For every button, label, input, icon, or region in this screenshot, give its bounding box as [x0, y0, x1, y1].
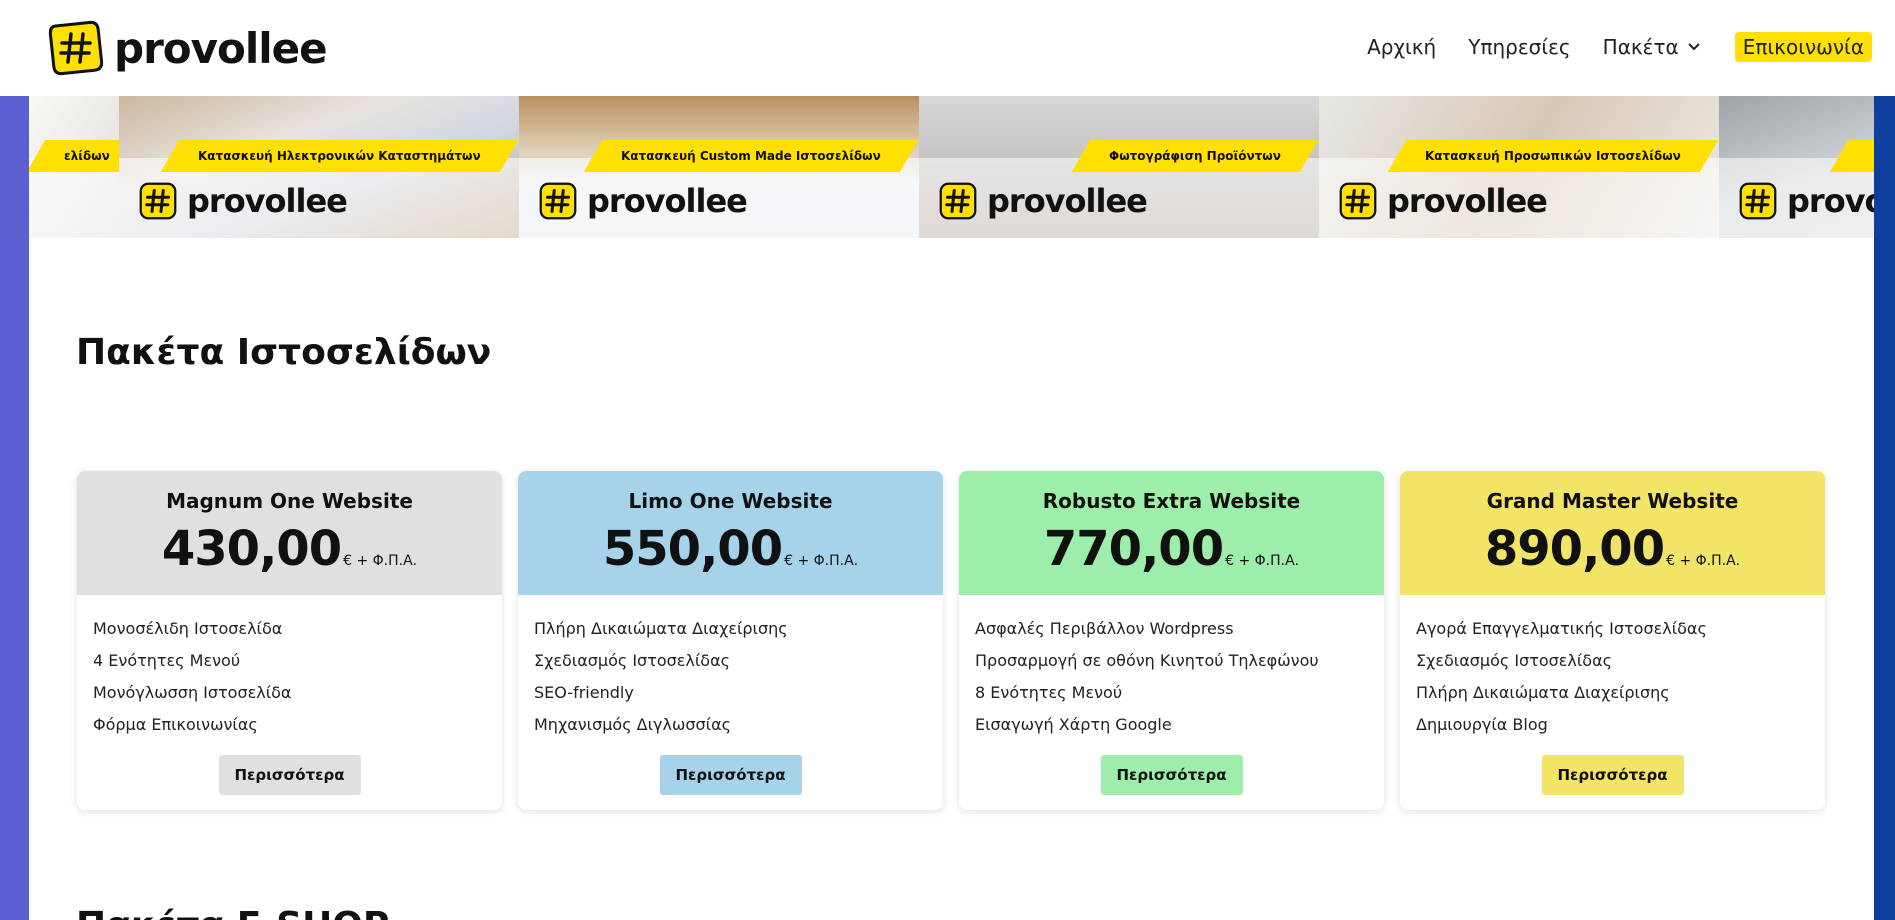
package-features: Αγορά Επαγγελματικής Ιστοσελίδας Σχεδιασ… — [1400, 595, 1825, 741]
banner-tile[interactable]: Κατασκευή Custom Made Ιστοσελίδων provol… — [519, 96, 919, 238]
more-button[interactable]: Περισσότερα — [659, 755, 802, 795]
nav-packages-label: Πακέτα — [1602, 35, 1679, 59]
package-card-header: Limo One Website 550,00 € + Φ.Π.Α. — [518, 471, 943, 595]
feature-item: SEO-friendly — [534, 683, 634, 702]
price-suffix: € + Φ.Π.Α. — [1666, 553, 1741, 569]
feature-item: Προσαρμογή σε οθόνη Κινητού Τηλεφώνου — [975, 651, 1319, 670]
price-suffix: € + Φ.Π.Α. — [343, 553, 418, 569]
feature-item: 8 Ενότητες Μενού — [975, 683, 1123, 702]
price-amount: 550,00 — [602, 521, 783, 577]
package-card: Grand Master Website 890,00 € + Φ.Π.Α. Α… — [1400, 471, 1825, 810]
banner-tile[interactable]: Φωτογράφιση Προϊόντων provollee — [919, 96, 1319, 238]
more-button[interactable]: Περισσότερα — [1100, 755, 1243, 795]
banner-caption: Κατασκευή Custom Made Ιστοσελίδων — [621, 149, 881, 163]
banner-tile[interactable]: provollee — [1719, 96, 1874, 238]
feature-item: Σχεδιασμός Ιστοσελίδας — [534, 651, 731, 670]
site-header: provollee Αρχική Υπηρεσίες Πακέτα Επικοι… — [0, 0, 1895, 96]
banner-logo-text: provollee — [987, 182, 1148, 220]
feature-item: Μονοσέλιδη Ιστοσελίδα — [93, 619, 283, 638]
banner-caption: Κατασκευή Προσωπικών Ιστοσελίδων — [1425, 149, 1681, 163]
feature-item: Αγορά Επαγγελματικής Ιστοσελίδας — [1416, 619, 1707, 638]
left-edge-bar — [0, 0, 29, 920]
banner-caption: Κατασκευή Ηλεκτρονικών Καταστημάτων — [198, 149, 481, 163]
price-suffix: € + Φ.Π.Α. — [784, 553, 859, 569]
package-card-header: Magnum One Website 430,00 € + Φ.Π.Α. — [77, 471, 502, 595]
package-price: 890,00 € + Φ.Π.Α. — [1400, 521, 1825, 577]
banner-logo: provollee — [1337, 180, 1548, 222]
hashtag-logo-icon — [539, 182, 577, 220]
banner-logo: provollee — [1737, 180, 1874, 222]
right-edge-bar — [1874, 0, 1895, 920]
banner-logo: provollee — [537, 180, 748, 222]
hashtag-logo-icon — [48, 20, 104, 76]
package-price: 430,00 € + Φ.Π.Α. — [77, 521, 502, 577]
hashtag-logo-icon — [1339, 182, 1377, 220]
section-title: Πακέτα Ιστοσελίδων — [76, 332, 492, 373]
package-features: Ασφαλές Περιβάλλον Wordpress Προσαρμογή … — [959, 595, 1384, 741]
package-card: Limo One Website 550,00 € + Φ.Π.Α. Πλήρη… — [518, 471, 943, 810]
hashtag-logo-icon — [139, 182, 177, 220]
nav-services[interactable]: Υπηρεσίες — [1468, 35, 1570, 59]
feature-item: Ασφαλές Περιβάλλον Wordpress — [975, 619, 1234, 638]
banner-caption: Φωτογράφιση Προϊόντων — [1109, 149, 1281, 163]
package-name: Grand Master Website — [1486, 489, 1739, 513]
chevron-down-icon — [1688, 43, 1700, 51]
banner-tile[interactable]: Κατασκευή Ηλεκτρονικών Καταστημάτων prov… — [119, 96, 519, 238]
price-amount: 430,00 — [161, 521, 342, 577]
services-banner-carousel: ελίδων Κατασκευή Ηλεκτρονικών Καταστημάτ… — [29, 96, 1874, 238]
price-amount: 770,00 — [1043, 521, 1224, 577]
package-card-header: Robusto Extra Website 770,00 € + Φ.Π.Α. — [959, 471, 1384, 595]
package-features: Μονοσέλιδη Ιστοσελίδα 4 Ενότητες Μενού Μ… — [77, 595, 502, 741]
banner-logo-text: provollee — [187, 182, 348, 220]
banner-logo: provollee — [937, 180, 1148, 222]
package-name: Robusto Extra Website — [1042, 489, 1301, 513]
logo-text: provollee — [114, 23, 328, 73]
package-card-header: Grand Master Website 890,00 € + Φ.Π.Α. — [1400, 471, 1825, 595]
feature-item: Πλήρη Δικαιώματα Διαχείρισης — [534, 619, 788, 638]
package-card: Robusto Extra Website 770,00 € + Φ.Π.Α. … — [959, 471, 1384, 810]
main-nav: Αρχική Υπηρεσίες Πακέτα Επικοινωνία — [1335, 32, 1872, 62]
nav-packages[interactable]: Πακέτα — [1603, 35, 1701, 59]
feature-item: 4 Ενότητες Μενού — [93, 651, 241, 670]
more-button[interactable]: Περισσότερα — [1541, 755, 1684, 795]
nav-home[interactable]: Αρχική — [1367, 35, 1436, 59]
price-amount: 890,00 — [1484, 521, 1665, 577]
feature-item: Σχεδιασμός Ιστοσελίδας — [1416, 651, 1613, 670]
price-suffix: € + Φ.Π.Α. — [1225, 553, 1300, 569]
feature-item: Εισαγωγή Χάρτη Google — [975, 715, 1172, 734]
banner-caption: ελίδων — [64, 149, 110, 163]
pricing-cards: Magnum One Website 430,00 € + Φ.Π.Α. Μον… — [77, 471, 1825, 810]
banner-tile[interactable]: Κατασκευή Προσωπικών Ιστοσελίδων provoll… — [1319, 96, 1719, 238]
banner-logo: provollee — [137, 180, 348, 222]
banner-logo-text: provollee — [1387, 182, 1548, 220]
hashtag-logo-icon — [1739, 182, 1777, 220]
banner-logo-text: provollee — [1787, 182, 1874, 220]
package-price: 550,00 € + Φ.Π.Α. — [518, 521, 943, 577]
package-name: Magnum One Website — [166, 489, 413, 513]
feature-item: Πλήρη Δικαιώματα Διαχείρισης — [1416, 683, 1670, 702]
more-button[interactable]: Περισσότερα — [218, 755, 361, 795]
banner-logo-text: provollee — [587, 182, 748, 220]
package-card: Magnum One Website 430,00 € + Φ.Π.Α. Μον… — [77, 471, 502, 810]
hashtag-logo-icon — [939, 182, 977, 220]
feature-item: Μηχανισμός Διγλωσσίας — [534, 715, 731, 734]
feature-item: Φόρμα Επικοινωνίας — [93, 715, 258, 734]
feature-item: Μονόγλωσση Ιστοσελίδα — [93, 683, 292, 702]
site-logo[interactable]: provollee — [48, 20, 328, 76]
package-features: Πλήρη Δικαιώματα Διαχείρισης Σχεδιασμός … — [518, 595, 943, 741]
nav-contact-button[interactable]: Επικοινωνία — [1734, 32, 1872, 62]
next-section-title: Πακέτα E-SHOP — [76, 905, 389, 920]
feature-item: Δημιουργία Blog — [1416, 715, 1548, 734]
package-price: 770,00 € + Φ.Π.Α. — [959, 521, 1384, 577]
package-name: Limo One Website — [628, 489, 833, 513]
